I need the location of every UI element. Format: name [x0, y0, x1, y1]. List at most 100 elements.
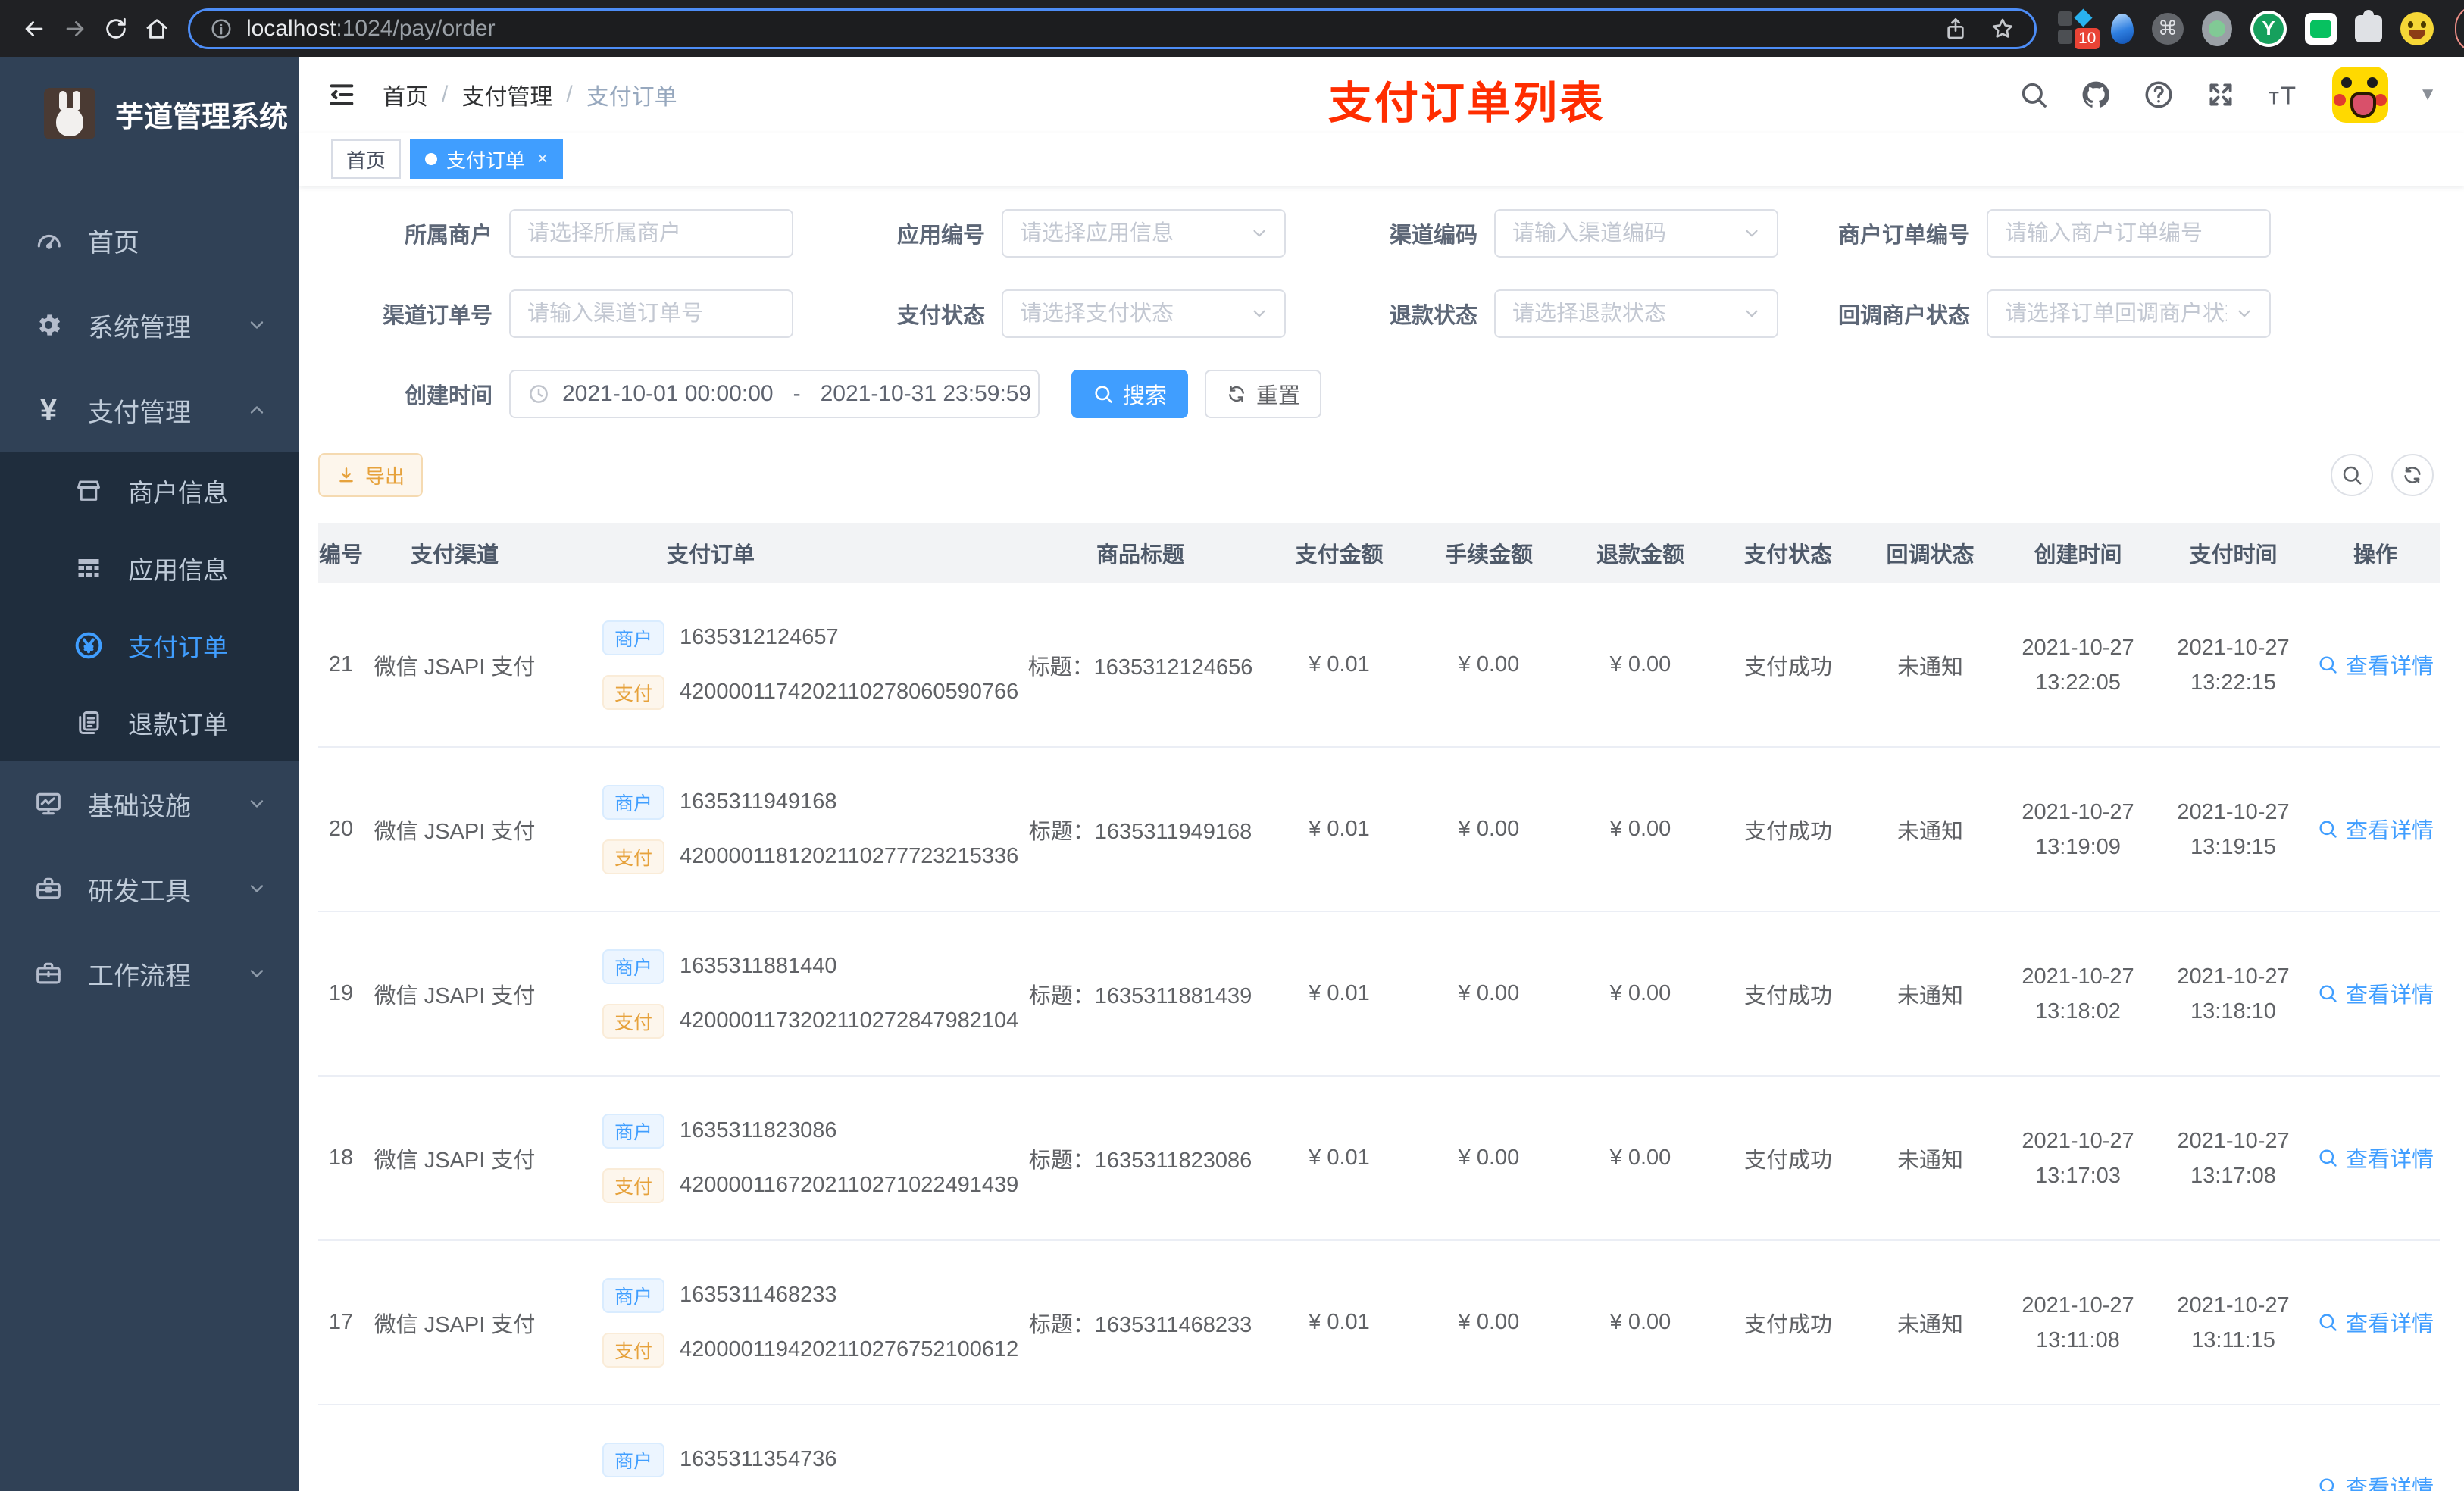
view-detail-link[interactable]: 查看详情	[2317, 649, 2434, 680]
collapse-sidebar-button[interactable]	[327, 80, 357, 110]
sidebar-item-app-info[interactable]: 应用信息	[0, 530, 299, 607]
avatar[interactable]	[2332, 67, 2389, 123]
close-icon[interactable]: ×	[537, 148, 548, 170]
pay-status-select[interactable]	[1002, 289, 1286, 338]
field-label: 应用编号	[896, 223, 985, 248]
field-label: 渠道编码	[1389, 223, 1477, 248]
share-icon	[1947, 17, 1964, 39]
cell-fee: ¥ 0.00	[1413, 1076, 1565, 1241]
browser-back-button[interactable]	[14, 8, 55, 49]
cell-refund: ¥ 0.00	[1565, 1076, 1716, 1241]
cell-fee: ¥ 0.00	[1413, 583, 1565, 748]
github-button[interactable]	[2079, 78, 2112, 111]
download-icon	[339, 467, 353, 483]
pay-tag: 支付	[602, 1003, 665, 1039]
col-fee: 手续金额	[1413, 523, 1565, 583]
breadcrumb-home[interactable]: 首页	[383, 78, 428, 111]
fullscreen-icon	[2209, 83, 2232, 106]
sidebar-item-merchant-info[interactable]: 商户信息	[0, 452, 299, 530]
cell-create-time	[2000, 1405, 2156, 1491]
back-arrow-icon	[25, 20, 43, 36]
filter-row-3: 创建时间 2021-10-01 00:00:00 - 2021-10-31 23…	[318, 370, 2464, 418]
channel-order-no: 4200001181202110277723215336	[680, 844, 1019, 868]
sidebar-item-home[interactable]: 首页	[0, 198, 299, 283]
address-bar[interactable]: localhost:1024/pay/order	[188, 8, 2037, 49]
extensions-puzzle-icon[interactable]	[2355, 9, 2382, 42]
extension-chat-icon[interactable]	[2305, 12, 2337, 45]
browser-extensions: 10 ⌘ Y	[2058, 8, 2434, 49]
search-button[interactable]: 搜索	[1071, 370, 1189, 418]
font-size-button[interactable]: TT	[2267, 79, 2302, 111]
field-label: 退款状态	[1389, 304, 1477, 328]
header-search-button[interactable]	[2018, 80, 2049, 110]
toolbox-icon	[32, 874, 65, 903]
sidebar-item-infrastructure[interactable]: 基础设施	[0, 761, 299, 846]
channel-order-no: 4200001174202110278060590766	[680, 680, 1019, 704]
cell-pay-order: 商户 1635311468233 支付 42000011942021102767…	[546, 1240, 1018, 1405]
cell-amount	[1265, 1405, 1413, 1491]
browser-forward-button[interactable]	[55, 8, 95, 49]
reset-button[interactable]: 重置	[1205, 370, 1322, 418]
cell-id: 21	[318, 583, 364, 748]
extension-kite-icon[interactable]	[2111, 13, 2134, 44]
user-menu-caret-icon[interactable]: ▼	[2419, 84, 2437, 105]
view-detail-link[interactable]: 查看详情	[2317, 1306, 2434, 1338]
tab-home[interactable]: 首页	[331, 139, 402, 179]
svg-text:T: T	[2269, 88, 2279, 108]
filter-app: 应用编号	[811, 209, 1303, 258]
refresh-icon	[2404, 467, 2421, 483]
browser-update-button[interactable]: 更新	[2455, 4, 2464, 53]
browser-reload-button[interactable]	[95, 8, 136, 49]
table-row: 18 微信 JSAPI 支付 商户 1635311823086 支付 42000…	[318, 1076, 2440, 1241]
merchant-tag: 商户	[602, 949, 665, 984]
sidebar-item-pay-order[interactable]: 支付订单	[0, 607, 299, 684]
sidebar-item-workflow[interactable]: 工作流程	[0, 931, 299, 1016]
refund-status-select[interactable]	[1494, 289, 1778, 338]
extension-sketch-icon[interactable]: 10	[2058, 8, 2100, 49]
table-row: 19 微信 JSAPI 支付 商户 1635311881440 支付 42000…	[318, 911, 2440, 1077]
grid-icon	[72, 555, 105, 582]
refresh-table-button[interactable]	[2391, 454, 2434, 496]
sidebar-item-payment[interactable]: ¥ 支付管理	[0, 367, 299, 452]
create-time-range-input[interactable]: 2021-10-01 00:00:00 - 2021-10-31 23:59:5…	[509, 370, 1040, 418]
breadcrumb-payment[interactable]: 支付管理	[461, 78, 552, 111]
extension-recorder-icon[interactable]	[2202, 11, 2232, 46]
extension-command-icon[interactable]: ⌘	[2152, 12, 2184, 45]
sidebar-item-system[interactable]: 系统管理	[0, 283, 299, 367]
breadcrumb-current: 支付订单	[586, 85, 677, 110]
view-detail-link[interactable]: 查看详情	[2317, 813, 2434, 845]
app-title: 芋道管理系统	[115, 101, 289, 133]
cell-title: 标题：1635312124656	[1015, 583, 1265, 748]
fullscreen-button[interactable]	[2205, 79, 2237, 111]
channel-order-no-input[interactable]	[509, 289, 793, 338]
cell-actions: 查看详情	[2311, 583, 2440, 748]
chevron-down-icon	[246, 878, 267, 899]
share-button[interactable]	[1943, 17, 1968, 41]
filter-merchant-order-no: 商户订单编号	[1796, 209, 2288, 258]
app-select[interactable]	[1002, 209, 1286, 258]
merchant-input[interactable]	[509, 209, 793, 258]
table-header-row: 编号 支付渠道 支付订单 商品标题 支付金额 手续金额 退款金额 支付状态 回调…	[318, 523, 2440, 583]
cell-pay-time: 2021-10-27 13:19:15	[2156, 747, 2311, 912]
channel-code-select[interactable]	[1494, 209, 1778, 258]
extension-y-icon[interactable]: Y	[2250, 10, 2287, 47]
sidebar-item-dev-tools[interactable]: 研发工具	[0, 846, 299, 931]
help-button[interactable]	[2143, 79, 2175, 111]
toggle-search-button[interactable]	[2331, 454, 2373, 496]
export-button[interactable]: 导出	[318, 453, 424, 497]
cell-refund	[1565, 1405, 1716, 1491]
tab-pay-order[interactable]: 支付订单 ×	[410, 139, 564, 179]
date-separator: -	[793, 381, 801, 406]
view-detail-link[interactable]: 查看详情	[2317, 1142, 2434, 1174]
extension-emoji-icon[interactable]	[2400, 11, 2434, 45]
view-detail-link[interactable]: 查看详情	[2317, 977, 2434, 1009]
cell-fee	[1413, 1405, 1565, 1491]
search-icon	[2319, 1478, 2334, 1491]
browser-home-button[interactable]	[136, 8, 177, 49]
notify-status-select[interactable]	[1987, 289, 2271, 338]
merchant-order-no-input[interactable]	[1987, 209, 2271, 258]
chevron-down-icon	[246, 314, 267, 336]
sidebar-item-refund-order[interactable]: 退款订单	[0, 684, 299, 761]
bookmark-button[interactable]	[1990, 17, 2015, 41]
view-detail-link[interactable]: 查看详情	[2317, 1471, 2434, 1491]
